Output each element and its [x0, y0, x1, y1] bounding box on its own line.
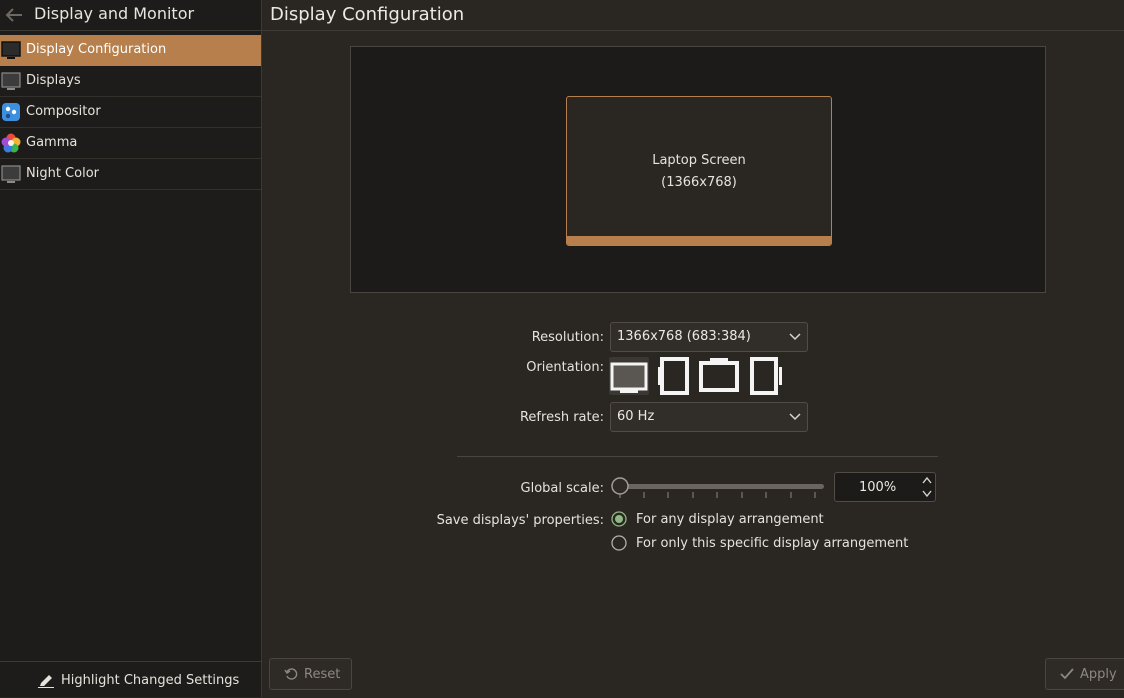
- radio-specific-arrangement[interactable]: [611, 535, 627, 551]
- slider-handle: [611, 477, 629, 495]
- reset-label: Reset: [304, 667, 341, 682]
- sidebar-item-label: Night Color: [26, 166, 99, 181]
- undo-icon: [284, 668, 298, 680]
- resolution-value: 1366x768 (683:384): [617, 329, 751, 344]
- page-title: Display Configuration: [270, 4, 465, 25]
- refresh-rate-value: 60 Hz: [617, 409, 655, 424]
- gamma-icon: [1, 133, 21, 153]
- screen-selected-bar: [567, 236, 831, 245]
- checkmark-icon: [1060, 668, 1074, 680]
- chevron-down-icon[interactable]: [921, 488, 933, 499]
- orientation-portrait-flipped-button[interactable]: [748, 356, 784, 396]
- apply-label: Apply: [1080, 667, 1117, 682]
- display-arrangement-preview[interactable]: Laptop Screen (1366x768): [350, 46, 1046, 293]
- refresh-rate-combobox[interactable]: 60 Hz: [610, 402, 808, 432]
- global-scale-slider[interactable]: [610, 476, 826, 500]
- monitor-icon: [1, 72, 21, 90]
- resolution-label: Resolution:: [531, 330, 604, 345]
- separator: [457, 456, 938, 457]
- laptop-screen-tile[interactable]: Laptop Screen (1366x768): [566, 96, 832, 246]
- chevron-up-icon[interactable]: [921, 475, 933, 486]
- radio-any-arrangement[interactable]: [611, 511, 627, 527]
- screen-resolution: (1366x768): [661, 175, 737, 190]
- sidebar-item-display-configuration[interactable]: Display Configuration: [0, 35, 261, 66]
- sidebar-item-label: Gamma: [26, 135, 78, 150]
- sidebar-item-label: Compositor: [26, 104, 101, 119]
- sidebar-title: Display and Monitor: [34, 4, 195, 23]
- sidebar-item-gamma[interactable]: Gamma: [0, 128, 261, 159]
- sidebar-item-displays[interactable]: Displays: [0, 66, 261, 97]
- resolution-combobox[interactable]: 1366x768 (683:384): [610, 322, 808, 352]
- highlight-changed-settings-label: Highlight Changed Settings: [61, 673, 240, 688]
- highlight-changed-settings-button[interactable]: Highlight Changed Settings: [0, 661, 261, 698]
- global-scale-label: Global scale:: [520, 481, 604, 496]
- chevron-down-icon: [789, 413, 801, 421]
- monitor-icon: [1, 165, 21, 183]
- global-scale-spinbox[interactable]: 100%: [834, 472, 936, 502]
- sidebar: Display and Monitor Display Configuratio…: [0, 0, 262, 697]
- orientation-landscape-flipped-button[interactable]: [697, 356, 741, 396]
- sidebar-item-compositor[interactable]: Compositor: [0, 97, 261, 128]
- orientation-portrait-button[interactable]: [657, 356, 691, 396]
- main-header: Display Configuration: [262, 0, 1124, 31]
- sidebar-item-label: Displays: [26, 73, 81, 88]
- orientation-label: Orientation:: [526, 360, 604, 375]
- apply-button[interactable]: Apply: [1045, 658, 1124, 690]
- global-scale-value: 100%: [859, 480, 897, 495]
- sidebar-item-night-color[interactable]: Night Color: [0, 159, 261, 190]
- monitor-icon: [1, 41, 21, 59]
- radio-specific-arrangement-label[interactable]: For only this specific display arrangeme…: [636, 536, 908, 551]
- highlighter-icon: [38, 675, 54, 688]
- back-arrow-icon[interactable]: [4, 6, 24, 24]
- save-properties-label: Save displays' properties:: [436, 513, 604, 528]
- screen-name: Laptop Screen: [652, 153, 746, 168]
- sidebar-list: Display Configuration Displays Composito…: [0, 35, 261, 190]
- refresh-rate-label: Refresh rate:: [519, 410, 604, 425]
- orientation-landscape-button[interactable]: [609, 356, 649, 396]
- sidebar-item-label: Display Configuration: [26, 42, 167, 57]
- radio-any-arrangement-label[interactable]: For any display arrangement: [636, 512, 824, 527]
- reset-button[interactable]: Reset: [269, 658, 352, 690]
- sidebar-header: Display and Monitor: [0, 0, 261, 31]
- compositor-icon: [2, 103, 20, 121]
- chevron-down-icon: [789, 333, 801, 341]
